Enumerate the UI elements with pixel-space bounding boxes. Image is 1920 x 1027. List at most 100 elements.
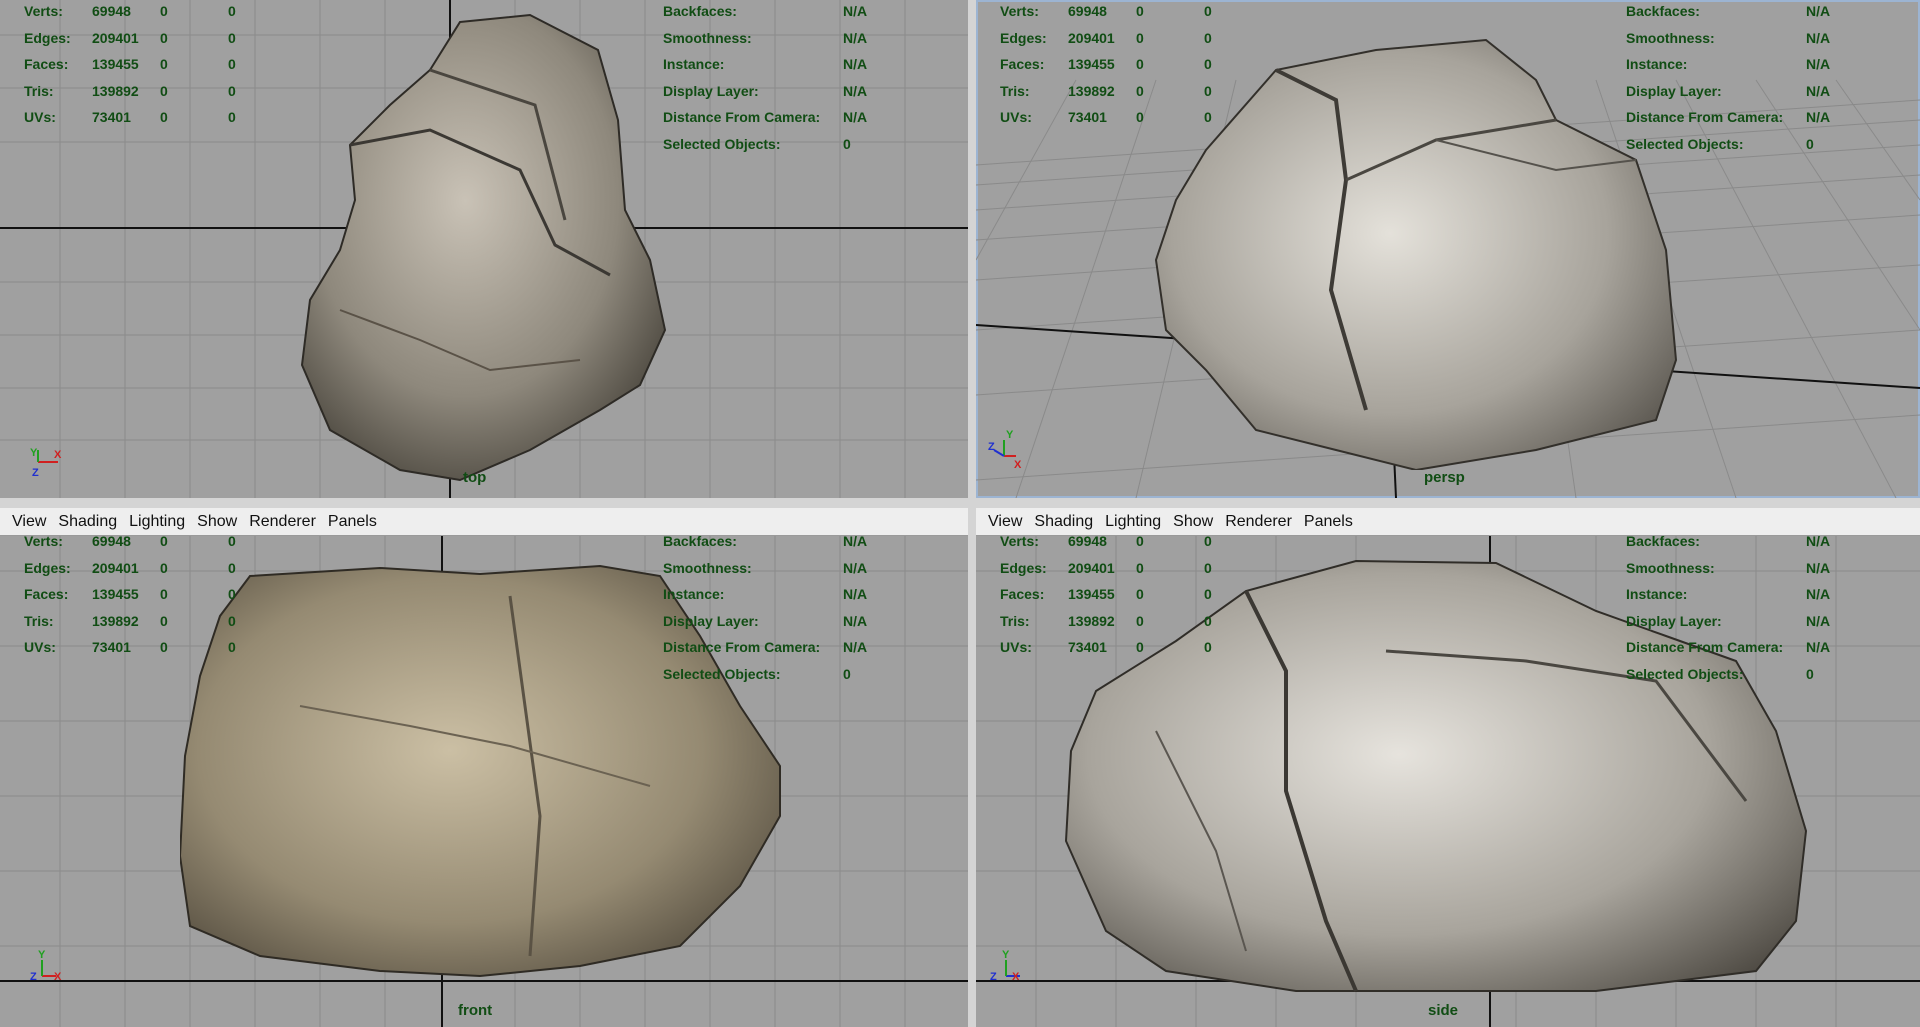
menu-panels[interactable]: Panels: [1298, 508, 1359, 535]
hud-row-backfaces: Backfaces: N/A: [663, 536, 867, 555]
hud-label: Instance:: [1626, 56, 1688, 72]
hud-row-verts: Verts: 69948 0 0: [24, 536, 236, 555]
hud-label: Faces:: [24, 586, 69, 602]
hud-value: 139455: [1068, 56, 1115, 72]
hud-value: 69948: [92, 536, 131, 549]
viewport-pane-side[interactable]: View Shading Lighting Show Renderer Pane…: [976, 508, 1920, 1027]
menu-lighting[interactable]: Lighting: [123, 508, 191, 535]
menu-shading[interactable]: Shading: [52, 508, 123, 535]
axis-label-z: Z: [32, 467, 39, 479]
hud-value: N/A: [843, 536, 868, 549]
hud-label: Faces:: [1000, 56, 1045, 72]
hud-row-smoothness: Smoothness: N/A: [1626, 25, 1830, 52]
hud-poly-count-side: Verts: 69948 0 0 Edges: 209401 0 0 Faces: 13945…: [1000, 536, 1212, 661]
hud-value: 0: [1136, 639, 1144, 655]
viewport-pane-front[interactable]: View Shading Lighting Show Renderer Pane…: [0, 508, 968, 1027]
hud-label: Smoothness:: [663, 29, 752, 46]
hud-value: 0: [1204, 586, 1212, 602]
rock-model-persp[interactable]: [1136, 30, 1696, 470]
camera-name-label: front: [458, 1002, 493, 1019]
menu-show[interactable]: Show: [1167, 508, 1219, 535]
hud-value: 209401: [1068, 559, 1115, 576]
hud-value: 73401: [1068, 109, 1107, 125]
hud-row-instance: Instance: N/A: [663, 51, 867, 78]
panel-menu-bar: View Shading Lighting Show Renderer Pane…: [976, 508, 1920, 536]
hud-poly-count-persp: Verts: 69948 0 0 Edges: 209401 0 0 Faces: 13945…: [1000, 0, 1212, 131]
hud-label: Backfaces:: [663, 3, 737, 19]
hud-row-instance: Instance: N/A: [1626, 51, 1830, 78]
hud-label: Distance From Camera:: [1626, 109, 1784, 125]
hud-value: 209401: [92, 29, 139, 46]
axis-label-y: Y: [1006, 429, 1014, 441]
hud-value: N/A: [1806, 3, 1831, 19]
hud-label: Edges:: [1000, 29, 1047, 46]
hud-value: 0: [1204, 612, 1212, 629]
hud-label: Selected Objects:: [1626, 135, 1744, 152]
hud-label: Verts:: [24, 3, 63, 19]
hud-row-selected-objects: Selected Objects: 0: [1626, 131, 1830, 158]
hud-label: Verts:: [1000, 3, 1039, 19]
axis-label-z: Z: [988, 441, 995, 453]
viewport-side[interactable]: Verts: 69948 0 0 Edges: 209401 0 0 Faces: 13945…: [976, 536, 1920, 1027]
hud-value: N/A: [1806, 612, 1831, 629]
hud-value: 139892: [1068, 612, 1115, 629]
axis-gizmo-icon: Y Z X: [990, 949, 1020, 983]
hud-label: Tris:: [24, 612, 54, 629]
vertical-splitter[interactable]: [968, 0, 976, 1027]
viewport-persp[interactable]: Verts: 69948 0 0 Edges: 209401 0 0 Faces: 13945…: [976, 0, 1920, 498]
hud-label: Verts:: [24, 536, 63, 549]
menu-shading[interactable]: Shading: [1028, 508, 1099, 535]
hud-object-info-top: Backfaces: N/A Smoothness: N/A Instance: N/…: [663, 0, 867, 157]
menu-view[interactable]: View: [0, 508, 52, 535]
menu-lighting[interactable]: Lighting: [1099, 508, 1167, 535]
menu-renderer[interactable]: Renderer: [243, 508, 322, 535]
hud-value: 0: [228, 639, 236, 655]
hud-row-smoothness: Smoothness: N/A: [663, 25, 867, 52]
hud-value: 0: [1136, 586, 1144, 602]
hud-row-faces: Faces: 139455 0 0: [1000, 581, 1212, 608]
hud-row-selected-objects: Selected Objects: 0: [663, 661, 867, 688]
viewport-pane-persp[interactable]: Verts: 69948 0 0 Edges: 209401 0 0 Faces: 13945…: [976, 0, 1920, 498]
menu-panels[interactable]: Panels: [322, 508, 383, 535]
hud-value: 139892: [92, 82, 139, 99]
hud-label: Edges:: [24, 29, 71, 46]
viewport-front[interactable]: Verts: 69948 0 0 Edges: 209401 0 0 Faces: 13945…: [0, 536, 968, 1027]
hud-row-uvs: UVs: 73401 0 0: [1000, 104, 1212, 131]
viewport-top[interactable]: Verts: 69948 0 0 Edges: 209401 0 0 Faces: 13945…: [0, 0, 968, 498]
hud-label: UVs:: [24, 109, 56, 125]
hud-object-info-front: Backfaces: N/A Smoothness: N/A Instance: N/…: [663, 536, 867, 687]
menu-show[interactable]: Show: [191, 508, 243, 535]
hud-row-display-layer: Display Layer: N/A: [1626, 78, 1830, 105]
hud-row-tris: Tris: 139892 0 0: [24, 608, 236, 635]
hud-object-info-persp: Backfaces: N/A Smoothness: N/A Instance: N/…: [1626, 0, 1830, 157]
hud-value: 0: [843, 665, 851, 682]
hud-row-edges: Edges: 209401 0 0: [24, 555, 236, 582]
rock-model-top[interactable]: [280, 10, 680, 490]
hud-label: UVs:: [24, 639, 56, 655]
hud-row-backfaces: Backfaces: N/A: [1626, 536, 1830, 555]
hud-value: N/A: [1806, 536, 1831, 549]
menu-renderer[interactable]: Renderer: [1219, 508, 1298, 535]
hud-value: N/A: [1806, 56, 1831, 72]
viewport-pane-top[interactable]: Verts: 69948 0 0 Edges: 209401 0 0 Faces: 13945…: [0, 0, 968, 498]
hud-row-tris: Tris: 139892 0 0: [1000, 608, 1212, 635]
hud-value: 0: [228, 82, 236, 99]
hud-row-faces: Faces: 139455 0 0: [24, 51, 236, 78]
hud-value: 0: [160, 56, 168, 72]
camera-name-label: top: [463, 469, 487, 486]
menu-view[interactable]: View: [976, 508, 1028, 535]
hud-row-instance: Instance: N/A: [663, 581, 867, 608]
hud-row-uvs: UVs: 73401 0 0: [24, 104, 236, 131]
hud-value: 73401: [92, 639, 131, 655]
hud-value: 0: [160, 109, 168, 125]
hud-value: 0: [228, 559, 236, 576]
hud-value: 0: [1136, 612, 1144, 629]
hud-value: 0: [160, 3, 168, 19]
axis-gizmo-icon: Y X Z: [30, 949, 62, 983]
hud-label: Tris:: [24, 82, 54, 99]
hud-label: Display Layer:: [1626, 612, 1722, 629]
hud-label: Display Layer:: [1626, 82, 1722, 99]
horizontal-splitter[interactable]: [0, 498, 1920, 508]
hud-row-instance: Instance: N/A: [1626, 581, 1830, 608]
hud-value: N/A: [1806, 586, 1831, 602]
